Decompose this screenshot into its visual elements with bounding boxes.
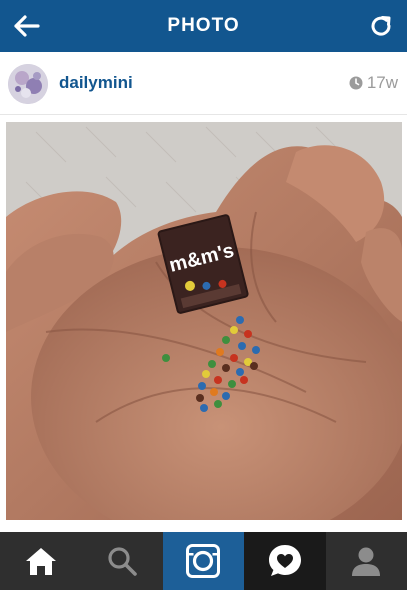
tab-camera[interactable] bbox=[162, 532, 245, 590]
header-bar: PHOTO bbox=[0, 0, 407, 52]
post-header: dailymini 17w bbox=[0, 52, 407, 114]
app-screen: PHOTO dailymini 17w m&m's bbox=[0, 0, 407, 590]
search-icon bbox=[108, 547, 137, 576]
bottom-tab-bar bbox=[0, 532, 407, 590]
back-button[interactable] bbox=[8, 8, 44, 44]
username-link[interactable]: dailymini bbox=[59, 73, 133, 93]
refresh-button[interactable] bbox=[363, 8, 399, 44]
post-time: 17w bbox=[349, 73, 398, 93]
post-photo[interactable]: m&m's bbox=[6, 122, 402, 520]
avatar-image bbox=[8, 64, 48, 104]
divider bbox=[0, 114, 407, 115]
news-heart-icon bbox=[268, 545, 301, 576]
profile-icon bbox=[352, 547, 381, 576]
photo-image: m&m's bbox=[6, 122, 402, 520]
refresh-icon bbox=[371, 16, 391, 36]
tab-profile[interactable] bbox=[326, 532, 407, 590]
page-title: PHOTO bbox=[167, 15, 240, 36]
tab-news[interactable] bbox=[244, 532, 326, 590]
back-arrow-icon bbox=[14, 15, 40, 37]
avatar[interactable] bbox=[8, 64, 48, 104]
tab-search[interactable] bbox=[81, 532, 162, 590]
camera-icon bbox=[186, 544, 221, 578]
tab-home[interactable] bbox=[0, 532, 81, 590]
home-icon bbox=[25, 548, 56, 575]
time-ago-text: 17w bbox=[366, 73, 398, 92]
clock-icon bbox=[349, 76, 363, 90]
